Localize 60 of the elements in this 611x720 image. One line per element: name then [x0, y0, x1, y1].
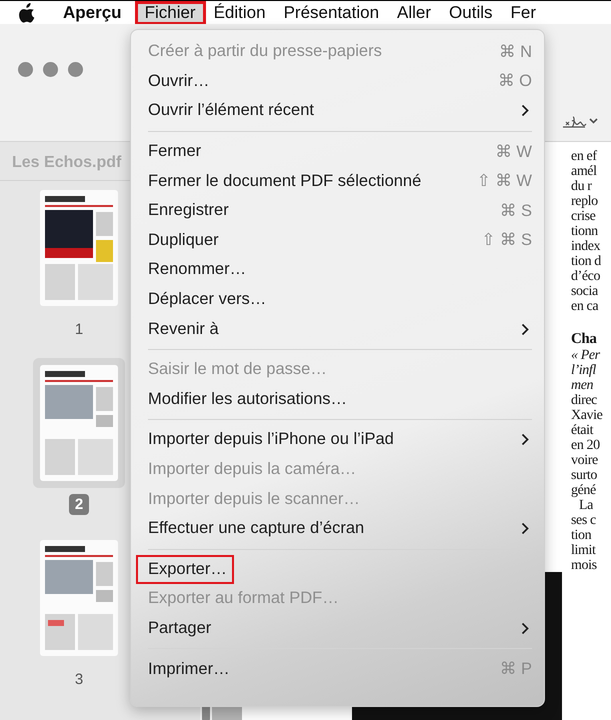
zoom-button[interactable] — [68, 62, 83, 77]
document-text-line: du r — [571, 179, 593, 194]
document-text-line: limit — [571, 543, 597, 558]
keyboard-shortcut: ⌘ S — [500, 200, 532, 221]
menu-bar-item[interactable]: Présentation — [274, 2, 388, 24]
menu-bar-item[interactable]: Aller — [388, 2, 440, 24]
menu-item[interactable]: Partager — [146, 618, 214, 639]
document-text-line: d’éco — [571, 269, 602, 284]
document-text-line: voire — [571, 453, 599, 468]
menu-item[interactable]: Ouvrir l’élément récent — [146, 100, 316, 122]
document-text-line: mois — [571, 558, 598, 573]
document-text-line: surto — [571, 468, 598, 483]
menu-item[interactable]: Déplacer vers… — [146, 289, 268, 310]
document-text-line: Cha — [571, 330, 598, 348]
document-text-line: ses c — [571, 513, 597, 528]
app-menu[interactable]: Aperçu — [45, 2, 136, 24]
document-text-line: direc — [571, 393, 598, 408]
document-text-line: tionn — [571, 224, 599, 239]
menu-item[interactable]: Effectuer une capture d’écran — [146, 518, 366, 540]
close-button[interactable] — [18, 62, 33, 77]
page-number: 3 — [74, 670, 84, 690]
document-text-line: l’infl — [571, 363, 597, 378]
menu-item[interactable]: Revenir à — [146, 318, 221, 340]
page-thumbnail[interactable] — [33, 358, 125, 488]
document-text-line: men — [571, 378, 594, 393]
document-text-line: était — [571, 423, 594, 438]
keyboard-shortcut: ⌘ W — [495, 142, 532, 162]
menu-bar-item[interactable]: Édition — [204, 2, 275, 24]
document-text-line: Xavie — [571, 408, 604, 423]
menu-bar-item[interactable]: Fer — [502, 2, 546, 24]
document-text-line: index — [571, 239, 602, 254]
document-text-line: La — [579, 498, 594, 513]
document-text-line: crise — [571, 209, 596, 224]
menu-item[interactable]: Renommer… — [146, 259, 248, 280]
keyboard-shortcut: ⇧ ⌘ W — [476, 171, 532, 192]
menu-bar-item[interactable]: Outils — [440, 2, 502, 24]
menu-item[interactable]: Ouvrir… — [146, 70, 212, 92]
document-text-line: amél — [571, 164, 598, 179]
menu-item[interactable]: Modifier les autorisations… — [146, 388, 349, 410]
menu-bar-item[interactable]: Fichier — [136, 2, 205, 24]
document-text-line: socia — [571, 284, 599, 299]
document-text-line: en 20 — [571, 438, 601, 453]
menu-item[interactable]: Enregistrer — [146, 200, 231, 222]
document-text-line: en ef — [571, 149, 598, 164]
document-text-line: géné — [571, 483, 597, 498]
menu-item[interactable]: Importer depuis l’iPhone ou l’iPad — [146, 429, 396, 450]
document-text-line: replo — [571, 194, 599, 209]
document-text-line: tion d — [571, 254, 602, 269]
document-text-line: tion — [571, 528, 592, 543]
document-text-line: « Per — [571, 348, 601, 363]
keyboard-shortcut: ⇧ ⌘ S — [482, 230, 532, 250]
keyboard-shortcut: ⌘ N — [499, 42, 532, 62]
minimize-button[interactable] — [43, 62, 58, 77]
keyboard-shortcut: ⌘ O — [498, 71, 532, 92]
page-number: 1 — [74, 320, 84, 340]
document-text-line: en ca — [571, 299, 600, 314]
page-number: 2 — [68, 494, 90, 515]
menu-item[interactable]: Dupliquer — [146, 230, 221, 251]
keyboard-shortcut: ⌘ P — [500, 659, 532, 680]
menu-item[interactable]: Imprimer… — [146, 658, 232, 680]
